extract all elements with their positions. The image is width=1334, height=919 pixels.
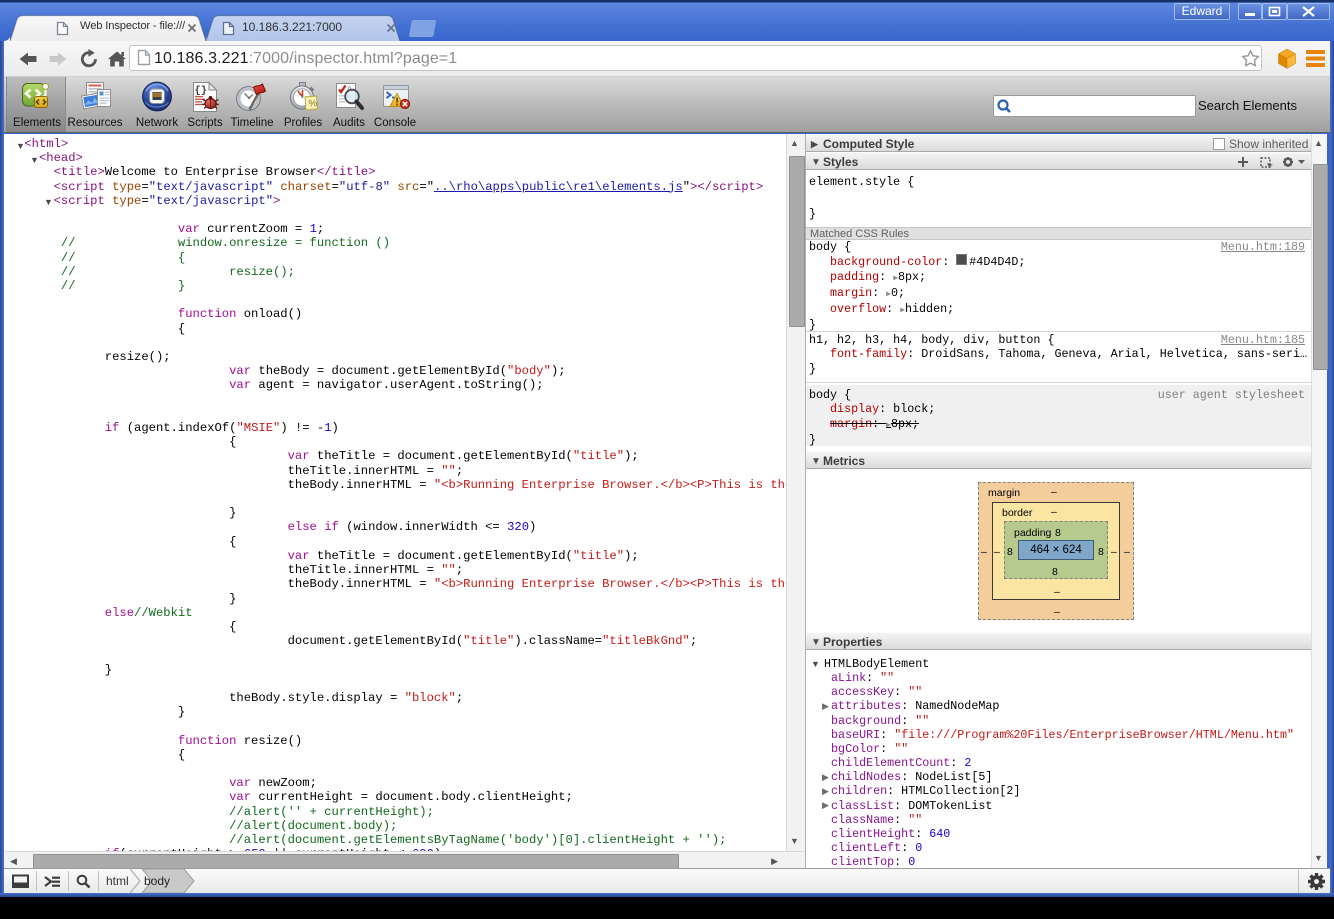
svg-text:{}: {} (195, 85, 208, 97)
svg-text:%: % (308, 98, 318, 110)
